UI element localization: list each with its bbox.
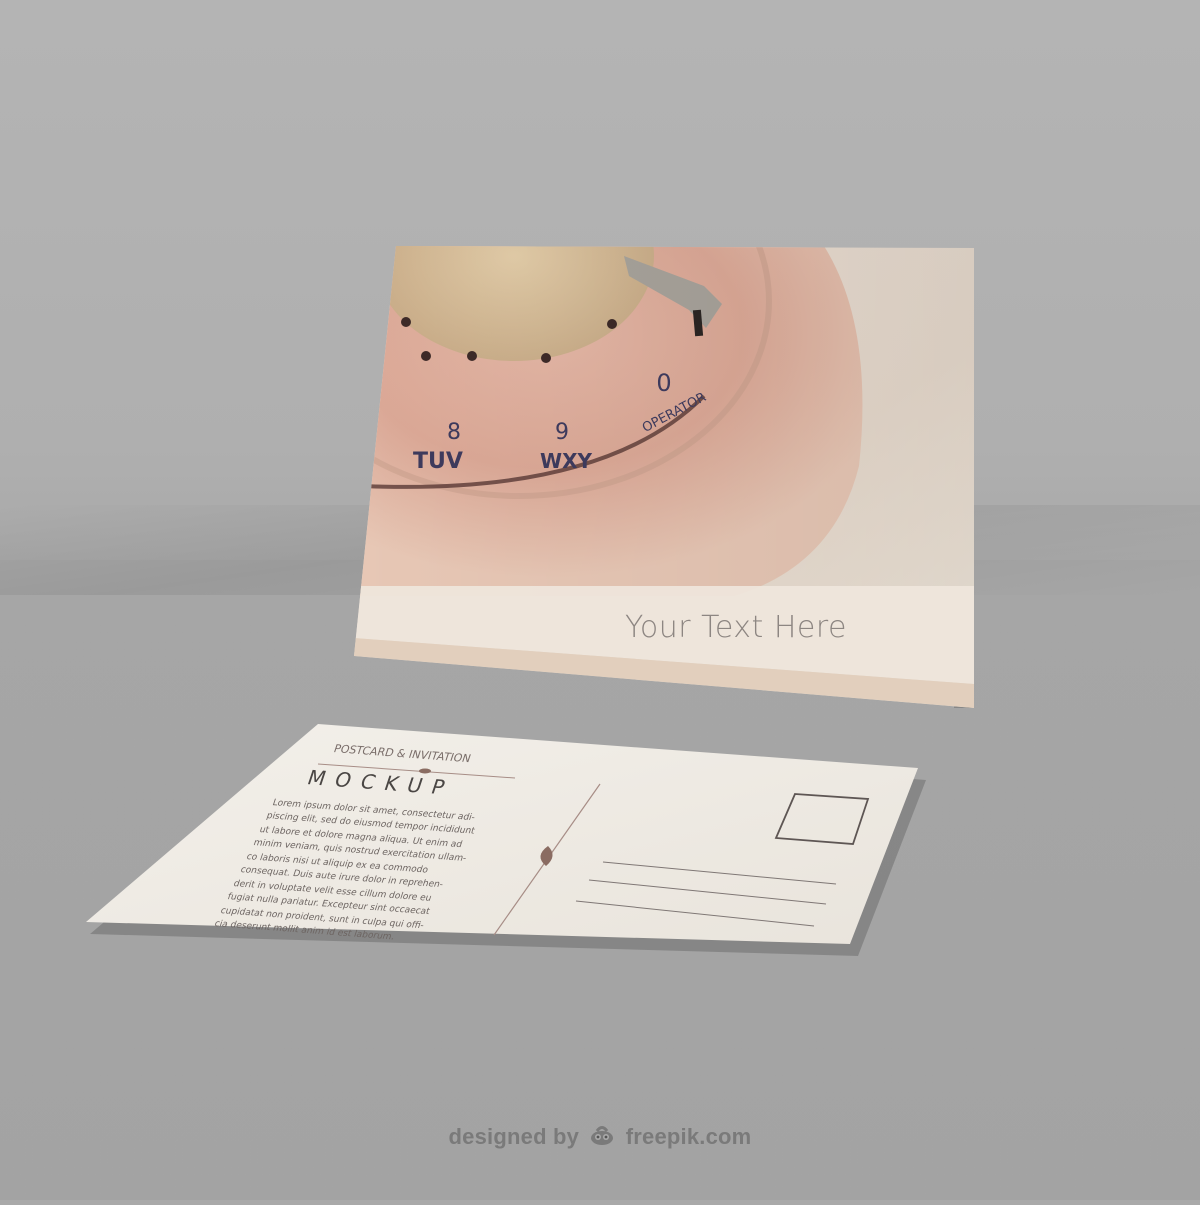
credit-brand: freepik.com (625, 1124, 752, 1149)
back-card-paper (86, 724, 918, 944)
mockup-scene: 8 TUV 9 WXY 0 OPERATOR Your Text Here PO… (0, 0, 1200, 1200)
freepik-credit[interactable]: designed by freepik.com (0, 1124, 1200, 1152)
back-postcard: POSTCARD & INVITATION MOCKUP Lorem ipsum… (0, 0, 1200, 1200)
freepik-logo-icon (589, 1124, 615, 1152)
credit-prefix: designed by (448, 1124, 580, 1149)
